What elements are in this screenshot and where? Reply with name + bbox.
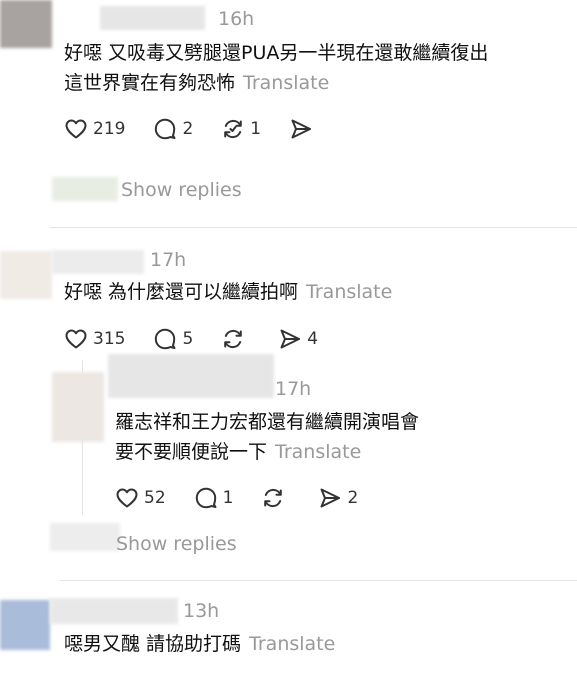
comment-line: 這世界實在有夠恐怖: [64, 72, 236, 94]
show-replies-button[interactable]: Show replies: [116, 533, 237, 555]
show-replies-button[interactable]: Show replies: [121, 179, 242, 201]
repost-button[interactable]: 1: [221, 117, 261, 141]
share-icon: [291, 119, 312, 139]
action-bar: 219 2 1: [64, 117, 346, 141]
timestamp[interactable]: 16h: [218, 8, 254, 30]
timestamp[interactable]: 17h: [150, 249, 186, 271]
action-bar: 52 1 2: [115, 486, 386, 510]
username[interactable]: [52, 250, 144, 274]
reply-avatar[interactable]: [52, 177, 118, 201]
avatar[interactable]: [0, 600, 50, 650]
like-button[interactable]: 219: [64, 117, 125, 141]
repost-icon: [264, 488, 283, 508]
divider: [50, 227, 577, 228]
share-icon: [280, 329, 301, 349]
username[interactable]: [50, 598, 178, 624]
avatar[interactable]: [52, 372, 104, 442]
translate-link[interactable]: Translate: [243, 72, 329, 94]
reply-button[interactable]: 2: [153, 117, 193, 141]
comment-line: 好噁 又吸毒又劈腿還PUA另一半現在還敢繼續復出: [64, 42, 489, 64]
comment-line: 好噁 為什麼還可以繼續拍啊: [64, 281, 299, 303]
translate-link[interactable]: Translate: [249, 633, 335, 655]
repost-button[interactable]: [261, 486, 290, 510]
translate-link[interactable]: Translate: [306, 281, 392, 303]
heart-icon: [116, 488, 138, 508]
share-count: 2: [347, 488, 359, 508]
repost-icon: [224, 119, 243, 139]
username[interactable]: [100, 6, 205, 30]
comment-text: 好噁 又吸毒又劈腿還PUA另一半現在還敢繼續復出 這世界實在有夠恐怖 Transl…: [64, 38, 488, 98]
avatar[interactable]: [0, 0, 52, 48]
repost-count: 1: [250, 119, 262, 139]
comment-text: 噁男又醜 請協助打碼 Translate: [64, 629, 335, 659]
share-button[interactable]: 4: [278, 327, 318, 351]
timestamp[interactable]: 17h: [275, 378, 311, 400]
share-icon: [320, 488, 341, 508]
comment-line: 噁男又醜 請協助打碼: [64, 633, 242, 655]
reply-button[interactable]: 1: [194, 486, 234, 510]
action-bar: 315 5 4: [64, 327, 346, 351]
heart-icon: [65, 329, 87, 349]
like-count: 315: [93, 329, 126, 349]
like-button[interactable]: 52: [115, 486, 166, 510]
comment-line: 要不要順便說一下: [115, 441, 268, 463]
comment-line: 羅志祥和王力宏都還有繼續開演唱會: [115, 411, 420, 433]
reply-button[interactable]: 5: [153, 327, 193, 351]
like-count: 52: [144, 488, 166, 508]
reply-count: 2: [182, 119, 194, 139]
heart-icon: [65, 119, 87, 139]
share-count: 4: [307, 329, 319, 349]
comment-text: 羅志祥和王力宏都還有繼續開演唱會 要不要順便說一下 Translate: [115, 407, 419, 467]
reply-avatar[interactable]: [50, 523, 120, 551]
repost-icon: [224, 329, 243, 349]
translate-link[interactable]: Translate: [275, 441, 361, 463]
divider: [60, 580, 577, 581]
like-button[interactable]: 315: [64, 327, 125, 351]
comment-icon: [155, 118, 176, 140]
like-count: 219: [93, 119, 126, 139]
comment-icon: [195, 487, 217, 509]
share-button[interactable]: [289, 117, 318, 141]
share-button[interactable]: 2: [318, 486, 358, 510]
repost-button[interactable]: [221, 327, 250, 351]
comment-icon: [155, 328, 176, 350]
reply-count: 1: [222, 488, 234, 508]
avatar[interactable]: [0, 251, 52, 299]
timestamp[interactable]: 13h: [183, 600, 219, 622]
comment-text: 好噁 為什麼還可以繼續拍啊 Translate: [64, 277, 392, 307]
reply-count: 5: [182, 329, 194, 349]
username[interactable]: [108, 354, 274, 398]
